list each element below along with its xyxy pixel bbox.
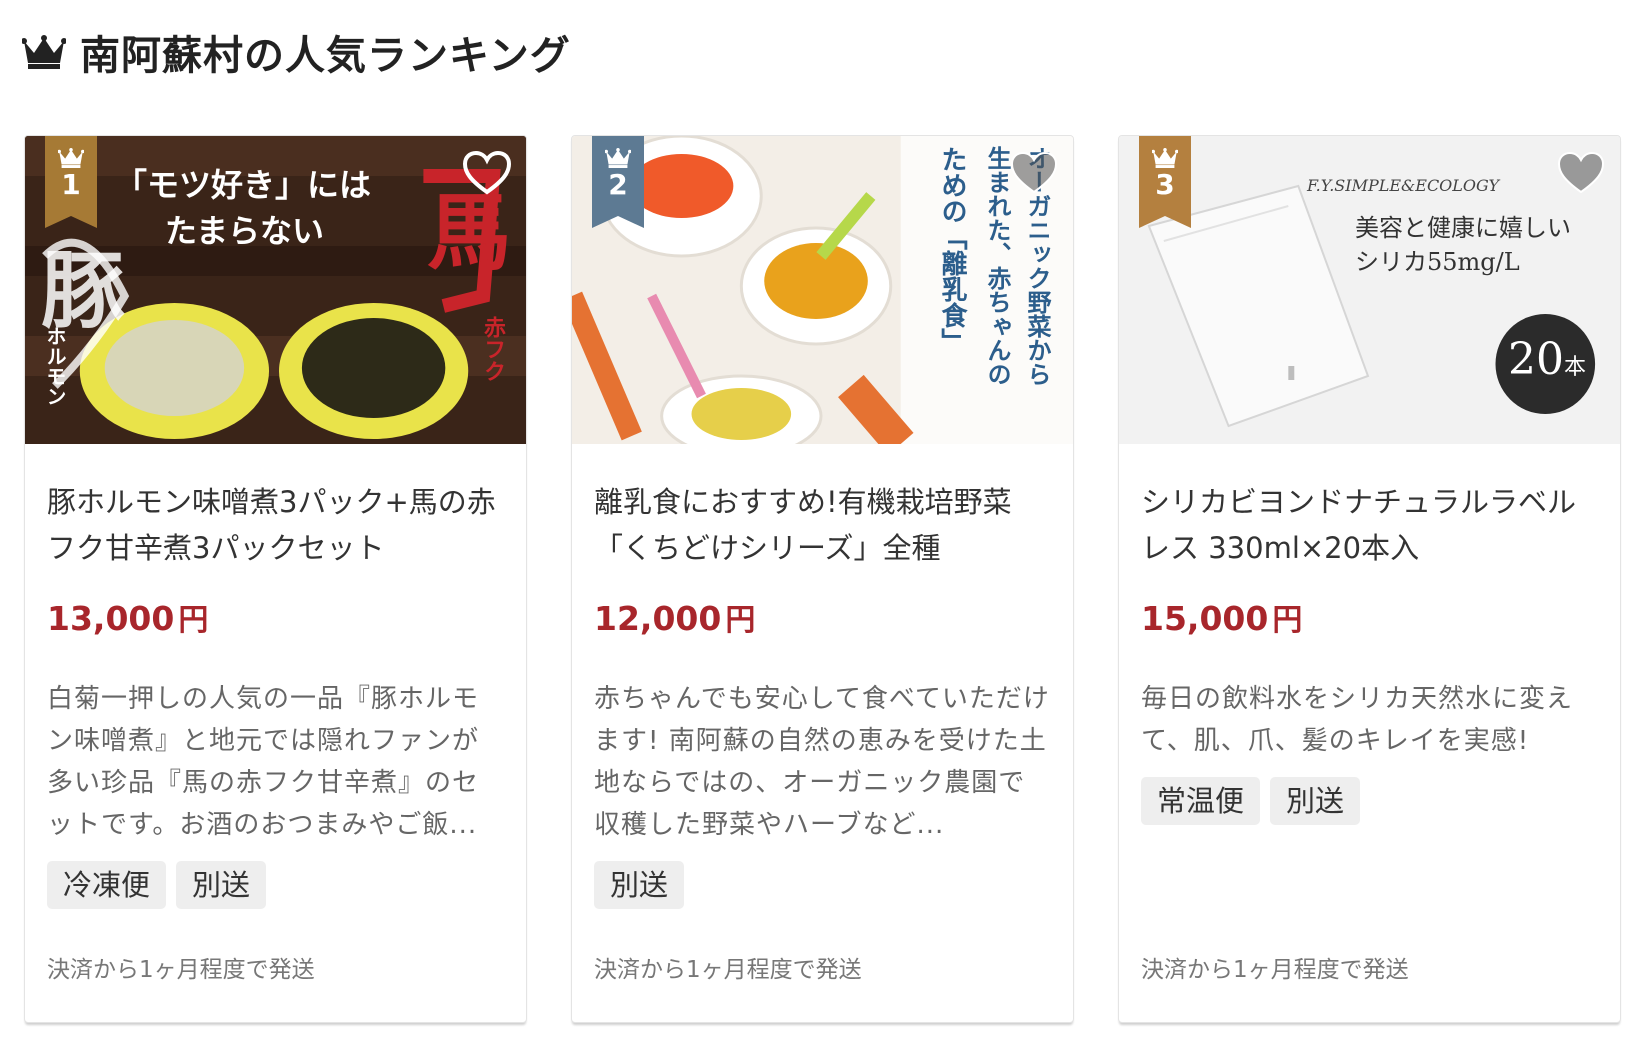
product-price: 13,000 円: [47, 599, 504, 641]
image-headline-2: たまらない: [165, 212, 325, 250]
shipping-note: 決済から1ヶ月程度で発送: [47, 957, 315, 983]
rank-number: 1: [61, 168, 81, 201]
tag-separate: 別送: [594, 861, 685, 909]
shipping-tags: 常温便 別送: [1141, 777, 1598, 825]
crown-icon: [22, 35, 66, 69]
shipping-tags: 冷凍便 別送: [47, 861, 504, 909]
rank-number: 2: [608, 168, 628, 201]
rank-number: 3: [1155, 168, 1175, 201]
crown-icon: [58, 148, 84, 168]
price-value: 15,000: [1141, 599, 1269, 638]
image-right-vertical: 赤フク: [480, 316, 506, 382]
page-header: 南阿蘇村の人気ランキング: [22, 28, 571, 79]
shipping-note: 決済から1ヶ月程度で発送: [1141, 957, 1409, 983]
product-description: 赤ちゃんでも安心して食べていただけます! 南阿蘇の自然の恵みを受けた土地ならでは…: [594, 684, 1050, 840]
price-currency: 円: [178, 603, 209, 638]
product-price: 12,000 円: [594, 599, 1051, 641]
product-price: 15,000 円: [1141, 599, 1598, 641]
image-line-2: シリカ55mg/L: [1355, 248, 1520, 276]
image-left-vertical: ホルモン: [43, 326, 67, 406]
product-title[interactable]: 離乳食におすすめ!有機栽培野菜「くちどけシリーズ」全種: [594, 479, 1051, 571]
crown-icon: [1152, 148, 1178, 168]
product-card[interactable]: オーガニック野菜から 生まれた、赤ちゃんの ための「離乳食」 2 離乳食におすす…: [571, 135, 1074, 1023]
rank-badge: 1: [45, 136, 97, 228]
tag-frozen: 冷凍便: [47, 861, 167, 909]
image-text-col-3: ための「離乳食」: [937, 146, 967, 354]
rank-badge: 2: [592, 136, 644, 228]
product-image[interactable]: 「モツ好き」には たまらない 豚 ホルモン 馬 赤フク 1: [25, 136, 526, 444]
shipping-note: 決済から1ヶ月程度で発送: [594, 957, 862, 983]
favorite-button[interactable]: [462, 150, 512, 196]
product-description: 毎日の飲料水をシリカ天然水に変えて、肌、爪、髪のキレイを実感!: [1141, 684, 1574, 756]
price-value: 12,000: [594, 599, 722, 638]
product-card[interactable]: F.Y.SIMPLE&ECOLOGY 美容と健康に嬉しい シリカ55mg/L 2…: [1118, 135, 1621, 1023]
tag-room-temp: 常温便: [1141, 777, 1261, 825]
heart-icon: [1009, 150, 1059, 196]
rank-badge: 3: [1139, 136, 1191, 228]
image-count-unit: 本: [1563, 355, 1586, 380]
product-image[interactable]: オーガニック野菜から 生まれた、赤ちゃんの ための「離乳食」 2: [572, 136, 1073, 444]
crown-icon: [605, 148, 631, 168]
favorite-button[interactable]: [1009, 150, 1059, 196]
heart-icon: [1556, 150, 1606, 196]
product-image[interactable]: F.Y.SIMPLE&ECOLOGY 美容と健康に嬉しい シリカ55mg/L 2…: [1119, 136, 1620, 444]
shipping-tags: 別送: [594, 861, 1051, 909]
image-brand: F.Y.SIMPLE&ECOLOGY: [1307, 176, 1500, 195]
tag-separate: 別送: [176, 861, 267, 909]
price-value: 13,000: [47, 599, 175, 638]
tag-separate: 別送: [1270, 777, 1361, 825]
product-title[interactable]: 豚ホルモン味噌煮3パック+馬の赤フク甘辛煮3パックセット: [47, 479, 504, 571]
product-card[interactable]: 「モツ好き」には たまらない 豚 ホルモン 馬 赤フク 1 豚ホルモン味噌煮3パ…: [24, 135, 527, 1023]
image-count-number: 20: [1507, 334, 1564, 385]
heart-icon: [462, 150, 512, 196]
product-description: 白菊一押しの人気の一品『豚ホルモン味噌煮』と地元では隠れファンが多い珍品『馬の赤…: [47, 684, 480, 840]
page-title: 南阿蘇村の人気ランキング: [80, 33, 571, 79]
image-line-1: 美容と健康に嬉しい: [1355, 214, 1571, 242]
ranking-list: 「モツ好き」には たまらない 豚 ホルモン 馬 赤フク 1 豚ホルモン味噌煮3パ…: [24, 135, 1621, 1023]
product-title[interactable]: シリカビヨンドナチュラルラベルレス 330ml×20本入: [1141, 479, 1598, 571]
favorite-button[interactable]: [1556, 150, 1606, 196]
price-currency: 円: [725, 603, 756, 638]
image-count: 20本: [1491, 334, 1603, 385]
image-headline-1: 「モツ好き」には: [115, 166, 372, 204]
price-currency: 円: [1272, 603, 1303, 638]
